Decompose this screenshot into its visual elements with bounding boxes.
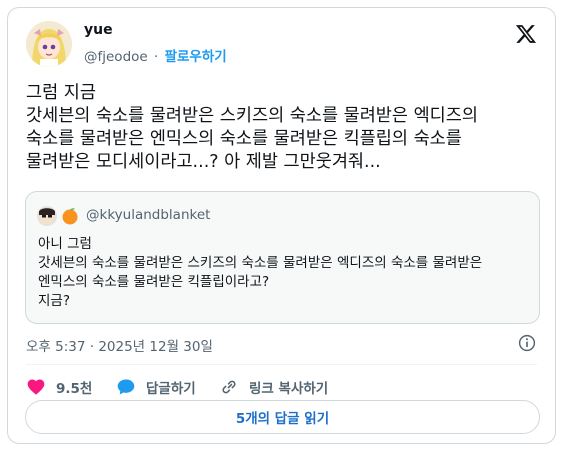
author-name[interactable]: yue <box>84 22 113 38</box>
reply-label: 답글하기 <box>146 381 196 397</box>
meta-separator: · <box>154 49 159 65</box>
quoted-handle[interactable]: @kkyulandblanket <box>86 207 210 223</box>
copy-link-button[interactable]: 링크 복사하기 <box>219 376 328 398</box>
orange-fruit-icon <box>62 208 78 225</box>
tweet-timestamp[interactable]: 오후 5:37 · 2025년 12월 30일 <box>26 335 213 355</box>
reply-bubble-icon <box>117 379 135 395</box>
info-icon[interactable] <box>518 334 536 352</box>
tweet-text: 그럼 지금 갓세븐의 숙소를 물려받은 스키즈의 숙소를 물려받은 엑디즈의 숙… <box>26 83 478 172</box>
tweet-card: yue @fjeodoe · 팔로우하기 그럼 지금 갓세븐의 숙소를 물려받은… <box>7 7 556 444</box>
author-avatar[interactable] <box>26 21 72 67</box>
copy-link-label: 링크 복사하기 <box>249 381 329 397</box>
anime-girl-avatar-icon <box>26 21 72 67</box>
quoted-tweet[interactable]: @kkyulandblanket 아니 그럼 갓세븐의 숙소를 물려받은 스키즈… <box>25 191 540 324</box>
read-replies-button[interactable]: 5개의 답글 읽기 <box>25 400 540 434</box>
quoted-text: 아니 그럼 갓세븐의 숙소를 물려받은 스키즈의 숙소를 물려받은 엑디즈의 숙… <box>38 236 483 309</box>
like-button[interactable]: 9.5천 <box>26 376 92 398</box>
link-chain-icon <box>222 380 236 394</box>
x-logo-icon[interactable] <box>515 23 537 45</box>
author-handle[interactable]: @fjeodoe <box>84 49 148 65</box>
heart-icon <box>27 379 45 395</box>
quoted-avatar <box>37 206 57 226</box>
follow-button[interactable]: 팔로우하기 <box>165 49 227 65</box>
reply-button[interactable]: 답글하기 <box>116 376 196 398</box>
divider <box>26 364 537 365</box>
author-meta-row: @fjeodoe · 팔로우하기 <box>84 45 227 65</box>
cartoon-face-avatar-icon <box>37 206 57 226</box>
like-count: 9.5천 <box>56 381 93 397</box>
